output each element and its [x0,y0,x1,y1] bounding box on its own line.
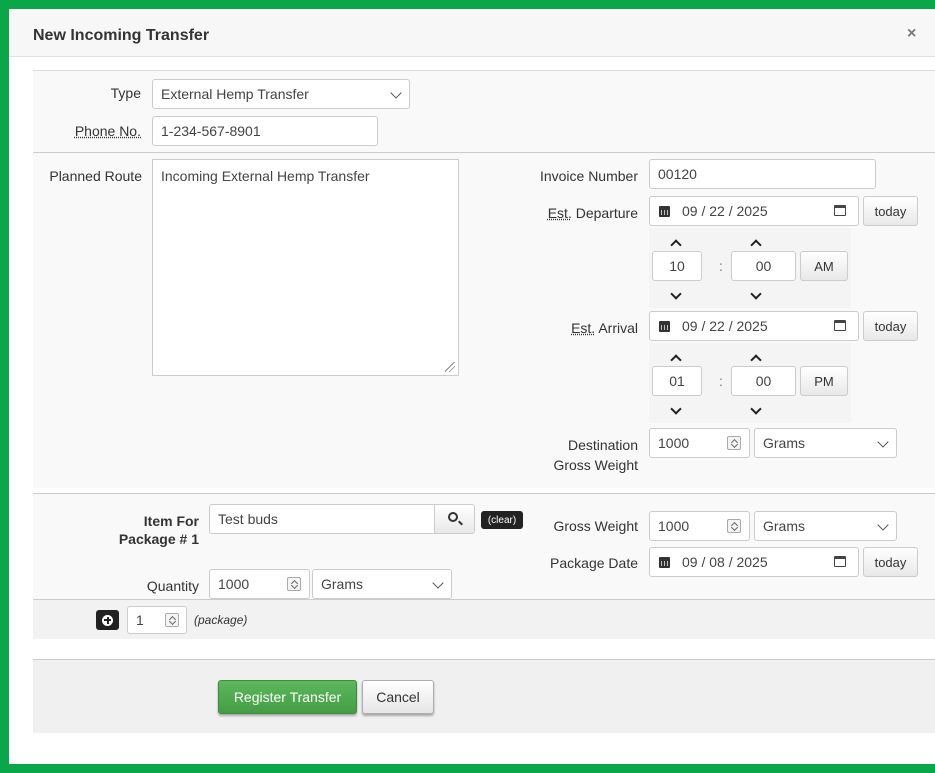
phone-input[interactable]: 1-234-567-8901 [152,116,378,146]
spinner-icon[interactable] [287,577,301,591]
hour-up-icon[interactable] [670,354,682,366]
package-date-value: 09 / 08 / 2025 [682,554,768,570]
type-select-value: External Hemp Transfer [161,86,309,102]
spinner-icon[interactable] [727,436,741,450]
calendar-picker-icon[interactable] [834,556,846,567]
arrival-hour-input[interactable]: 01 [652,366,702,396]
item-label-line1: Item For [143,513,199,529]
gross-weight-value: 1000 [658,518,690,534]
calendar-icon [659,206,670,217]
destination-gross-weight-label: Destination Gross Weight [493,435,638,475]
planned-route-text: Incoming External Hemp Transfer [161,168,370,184]
calendar-picker-icon[interactable] [834,205,846,216]
type-phone-section: Type External Hemp Transfer Phone No. 1-… [33,70,935,152]
spinner-icon[interactable] [727,519,741,533]
destination-label-line2: Gross Weight [553,457,638,473]
package-section: Item For Package # 1 Test buds (clear) Q… [33,493,935,599]
destination-unit-select[interactable]: Grams [754,428,897,458]
plus-circle-icon [102,614,113,626]
destination-unit-value: Grams [763,435,805,451]
cancel-button[interactable]: Cancel [362,680,434,714]
phone-label: Phone No. [74,123,141,139]
arrival-time-picker: 01 : 00 PM [649,343,851,423]
chevron-down-icon [432,577,444,589]
calendar-icon [659,321,670,332]
minute-down-icon[interactable] [750,288,762,300]
new-incoming-transfer-modal: New Incoming Transfer × Type External He… [9,9,935,764]
chevron-down-icon [390,87,402,99]
spinner-icon[interactable] [165,613,179,627]
destination-weight-input[interactable]: 1000 [649,428,750,458]
route-section: Planned Route Incoming External Hemp Tra… [33,152,935,488]
departure-date-value: 09 / 22 / 2025 [682,203,768,219]
modal-title: New Incoming Transfer [33,27,210,44]
arrival-label-text: Arrival [595,320,638,336]
planned-route-textarea[interactable]: Incoming External Hemp Transfer [152,159,459,376]
minute-down-icon[interactable] [750,403,762,415]
departure-today-button[interactable]: today [863,196,918,226]
item-search-input[interactable]: Test buds [209,504,436,534]
planned-route-label: Planned Route [49,168,142,184]
modal-header: New Incoming Transfer × [9,9,935,57]
quantity-input[interactable]: 1000 [209,569,310,599]
departure-time-picker: 10 : 00 AM [649,228,851,308]
add-package-section: 1 (package) [33,599,935,639]
calendar-picker-icon[interactable] [834,320,846,331]
destination-label-line1: Destination [567,437,638,453]
minute-up-icon[interactable] [750,354,762,366]
est-arrival-label: Est. Arrival [493,320,638,336]
est-departure-label: Est. Departure [493,205,638,221]
calendar-icon [659,557,670,568]
chevron-down-icon [877,436,889,448]
departure-label-text: Departure [571,205,638,221]
item-for-package-label: Item For Package # 1 [33,512,199,548]
resize-grip-icon[interactable] [445,362,455,372]
est-abbr: Est. [571,320,596,336]
add-package-button[interactable] [96,610,119,630]
gross-weight-unit-value: Grams [763,518,805,534]
quantity-label: Quantity [146,578,199,594]
hour-down-icon[interactable] [670,403,682,415]
gross-weight-input[interactable]: 1000 [649,511,750,541]
invoice-number-input[interactable]: 00120 [649,159,876,189]
package-date-today-button[interactable]: today [863,547,918,577]
package-date-input[interactable]: 09 / 08 / 2025 [649,547,859,577]
package-unit-label: (package) [194,613,248,627]
gross-weight-label: Gross Weight [553,518,638,534]
destination-weight-value: 1000 [658,435,690,451]
type-select[interactable]: External Hemp Transfer [152,79,410,109]
quantity-unit-value: Grams [321,576,363,592]
package-date-label: Package Date [550,555,638,571]
arrival-minute-input[interactable]: 00 [731,366,796,396]
est-abbr: Est. [547,205,572,221]
hour-down-icon[interactable] [670,288,682,300]
arrival-today-button[interactable]: today [863,311,918,341]
arrival-date-input[interactable]: 09 / 22 / 2025 [649,311,859,341]
time-separator: : [719,258,723,274]
departure-date-input[interactable]: 09 / 22 / 2025 [649,196,859,226]
departure-hour-input[interactable]: 10 [652,251,702,281]
arrival-ampm-toggle[interactable]: PM [800,366,848,396]
departure-minute-input[interactable]: 00 [731,251,796,281]
register-transfer-button[interactable]: Register Transfer [218,680,357,714]
gross-weight-unit-select[interactable]: Grams [754,511,897,541]
quantity-value: 1000 [218,576,250,592]
invoice-number-label: Invoice Number [539,168,638,184]
hour-up-icon[interactable] [670,239,682,251]
package-count-input[interactable]: 1 [127,606,187,634]
arrival-date-value: 09 / 22 / 2025 [682,318,768,334]
footer-actions: Register Transfer Cancel [33,659,935,733]
chevron-down-icon [877,519,889,531]
item-label-line2: Package # 1 [118,531,199,547]
search-icon [448,512,458,522]
item-search-button[interactable] [434,504,475,534]
close-icon[interactable]: × [907,26,916,42]
quantity-unit-select[interactable]: Grams [312,569,452,599]
minute-up-icon[interactable] [750,239,762,251]
package-count-value: 1 [136,612,144,628]
type-label: Type [110,85,141,101]
departure-ampm-toggle[interactable]: AM [800,251,848,281]
time-separator: : [719,373,723,389]
